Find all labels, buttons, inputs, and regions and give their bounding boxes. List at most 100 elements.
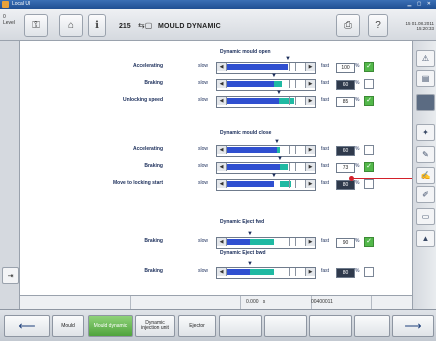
navigate-icon[interactable]: ⇥ — [2, 267, 19, 284]
info-icon[interactable]: ℹ — [88, 14, 106, 37]
alarm-icon[interactable]: ⚠ — [416, 50, 435, 67]
fast-label: fast — [321, 238, 330, 244]
edit-icon[interactable]: ✐ — [416, 186, 435, 203]
value-input[interactable]: 80 — [336, 268, 355, 278]
percent-unit: % — [355, 238, 360, 244]
setpoint-marker-icon: ▼ — [271, 173, 277, 179]
value-input[interactable]: 73 — [336, 163, 355, 173]
enable-checkbox[interactable]: ✓ — [364, 62, 374, 72]
right-toolbar: ⚠ ▤ ✦ ✎ ✍ ✐ ▭ ▲ — [412, 41, 436, 309]
value-input[interactable]: 80 — [336, 180, 355, 190]
forward-arrow-icon[interactable]: ⟶ — [392, 315, 434, 337]
nav-empty-3[interactable] — [309, 315, 352, 337]
enable-checkbox[interactable]: ✓ — [364, 237, 374, 247]
setpoint-marker-icon: ▼ — [276, 90, 282, 96]
enable-checkbox[interactable] — [364, 267, 374, 277]
increase-arrow-icon[interactable]: ▶ — [305, 163, 315, 171]
increase-arrow-icon[interactable]: ▶ — [305, 268, 315, 276]
value-input[interactable]: 90 — [336, 238, 355, 248]
speed-slider[interactable]: ◀ ▶ — [216, 62, 316, 74]
increase-arrow-icon[interactable]: ▶ — [305, 146, 315, 154]
slow-label: slow — [198, 63, 209, 69]
keyboard-icon[interactable] — [416, 94, 435, 111]
slider-range — [280, 164, 288, 170]
enable-checkbox[interactable] — [364, 79, 374, 89]
fast-label: fast — [321, 146, 330, 152]
speed-slider[interactable]: ◀ ▶ — [216, 237, 316, 249]
nav-mould-dynamic[interactable]: Mould dynamic — [88, 315, 133, 337]
percent-unit: % — [355, 180, 360, 186]
nav-ejector[interactable]: Ejector — [178, 315, 216, 337]
speed-slider[interactable]: ◀ ▶ — [216, 96, 316, 108]
value-input[interactable]: 60 — [336, 146, 355, 156]
percent-unit: % — [355, 63, 360, 69]
increase-arrow-icon[interactable]: ▶ — [305, 80, 315, 88]
decrease-arrow-icon[interactable]: ◀ — [217, 180, 227, 188]
decrease-arrow-icon[interactable]: ◀ — [217, 63, 227, 71]
speed-slider[interactable]: ◀ ▶ — [216, 179, 316, 191]
increase-arrow-icon[interactable]: ▶ — [305, 180, 315, 188]
nav-dynamic-injection-unit[interactable]: Dynamic injection unit — [135, 315, 175, 337]
datetime-display: 15 01.08.2011 15:20:33 — [396, 21, 434, 31]
slider-tick — [289, 63, 290, 71]
slider-fill — [227, 147, 277, 153]
speed-slider[interactable]: ◀ ▶ — [216, 162, 316, 174]
slow-label: slow — [198, 146, 209, 152]
language-icon[interactable]: ▲ — [416, 230, 435, 247]
increase-arrow-icon[interactable]: ▶ — [305, 238, 315, 246]
value-input[interactable]: 85 — [336, 97, 355, 107]
document-icon[interactable]: ▤ — [416, 70, 435, 87]
decrease-arrow-icon[interactable]: ◀ — [217, 268, 227, 276]
home-icon[interactable]: ⌂ — [59, 14, 83, 37]
decrease-arrow-icon[interactable]: ◀ — [217, 97, 227, 105]
increase-arrow-icon[interactable]: ▶ — [305, 63, 315, 71]
slider-range — [279, 98, 294, 104]
slow-label: slow — [198, 238, 209, 244]
level-label: Level — [3, 20, 15, 26]
enable-checkbox[interactable]: ✓ — [364, 162, 374, 172]
settings-icon[interactable]: ✦ — [416, 124, 435, 141]
slider-fill — [227, 64, 288, 70]
back-arrow-icon[interactable]: ⟵ — [4, 315, 50, 337]
key-icon[interactable]: ⚿ — [24, 14, 48, 37]
decrease-arrow-icon[interactable]: ◀ — [217, 80, 227, 88]
setpoint-marker-icon: ▼ — [285, 56, 291, 62]
print-icon[interactable]: ⎙ — [336, 14, 360, 37]
monitor-icon[interactable]: ▭ — [416, 208, 435, 225]
nav-mould[interactable]: Mould — [52, 315, 84, 337]
status-unit: s — [262, 299, 266, 305]
speed-slider[interactable]: ◀ ▶ — [216, 79, 316, 91]
nav-empty-4[interactable] — [354, 315, 390, 337]
enable-checkbox[interactable] — [364, 179, 374, 189]
enable-checkbox[interactable] — [364, 145, 374, 155]
slider-fill — [227, 164, 280, 170]
speed-slider[interactable]: ◀ ▶ — [216, 267, 316, 279]
increase-arrow-icon[interactable]: ▶ — [305, 97, 315, 105]
nav-empty-1[interactable] — [219, 315, 262, 337]
section-title: Dynamic mould close — [220, 130, 272, 136]
slow-label: slow — [198, 97, 209, 103]
percent-unit: % — [355, 163, 360, 169]
value-input[interactable]: 60 — [336, 80, 355, 90]
help-icon[interactable]: ? — [368, 14, 388, 37]
date-prefix: 15 — [405, 21, 411, 26]
slow-label: slow — [198, 80, 209, 86]
decrease-arrow-icon[interactable]: ◀ — [217, 163, 227, 171]
nav-empty-2[interactable] — [264, 315, 307, 337]
slider-tick — [289, 268, 290, 276]
clipboard-icon[interactable]: ✍ — [416, 167, 435, 184]
enable-checkbox[interactable]: ✓ — [364, 96, 374, 106]
fast-label: fast — [321, 80, 330, 86]
status-cell-value: 0.000 s — [240, 296, 312, 309]
speed-slider[interactable]: ◀ ▶ — [216, 145, 316, 157]
window-controls[interactable]: ▁ ▢ ✕ — [407, 1, 433, 7]
value-input[interactable]: 100 — [336, 63, 355, 73]
slider-fill — [227, 181, 274, 187]
fast-label: fast — [321, 163, 330, 169]
decrease-arrow-icon[interactable]: ◀ — [217, 238, 227, 246]
slider-fill — [227, 81, 274, 87]
decrease-arrow-icon[interactable]: ◀ — [217, 146, 227, 154]
tools-icon[interactable]: ✎ — [416, 146, 435, 163]
setpoint-marker-icon: ▼ — [247, 261, 253, 267]
row-label: Unlocking speed — [122, 97, 163, 103]
